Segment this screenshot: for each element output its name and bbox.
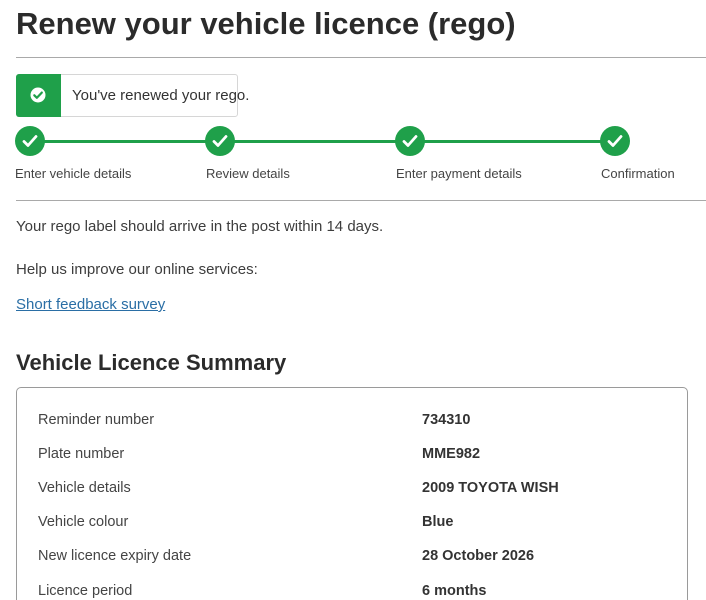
summary-label: Reminder number [38,412,155,428]
step-3-label: Enter payment details [396,166,522,181]
page-title: Renew your vehicle licence (rego) [16,6,516,41]
summary-value: Blue [422,514,454,530]
success-icon-box [16,74,61,117]
summary-row: Vehicle colour Blue [17,514,687,538]
step-2-label: Review details [206,166,290,181]
summary-heading: Vehicle Licence Summary [16,350,287,375]
step-connector [44,140,206,143]
summary-label: Plate number [38,446,125,462]
feedback-survey-link[interactable]: Short feedback survey [16,296,165,313]
step-4-label: Confirmation [601,166,675,181]
summary-value: MME982 [422,446,481,462]
success-message: You've renewed your rego. [72,87,250,104]
step-4-check-icon [600,126,630,156]
title-divider [16,57,706,58]
summary-label: Licence period [38,583,133,599]
check-circle-icon [30,87,46,103]
summary-row: Licence period 6 months [17,583,687,600]
step-2-check-icon [205,126,235,156]
summary-value: 28 October 2026 [422,548,535,564]
step-3-check-icon [395,126,425,156]
step-1-check-icon [15,126,45,156]
summary-value: 6 months [422,583,487,599]
summary-row: Reminder number 734310 [17,412,687,436]
summary-label: New licence expiry date [38,548,192,564]
summary-value: 2009 TOYOTA WISH [422,480,559,496]
step-connector [424,140,601,143]
step-1-label: Enter vehicle details [15,166,132,181]
summary-row: Plate number MME982 [17,446,687,470]
stepper-divider [16,200,706,201]
page: Renew your vehicle licence (rego) You've… [0,0,706,600]
summary-row: New licence expiry date 28 October 2026 [17,548,687,572]
step-connector [234,140,396,143]
improve-prompt: Help us improve our online services: [16,261,258,278]
summary-value: 734310 [422,412,471,428]
summary-label: Vehicle colour [38,514,129,530]
success-notification: You've renewed your rego. [16,74,249,117]
progress-stepper: Enter vehicle details Review details Ent… [0,126,706,186]
summary-row: Vehicle details 2009 TOYOTA WISH [17,480,687,504]
summary-label: Vehicle details [38,480,131,496]
summary-card: Reminder number 734310 Plate number MME9… [16,387,688,600]
arrival-notice: Your rego label should arrive in the pos… [16,218,384,235]
